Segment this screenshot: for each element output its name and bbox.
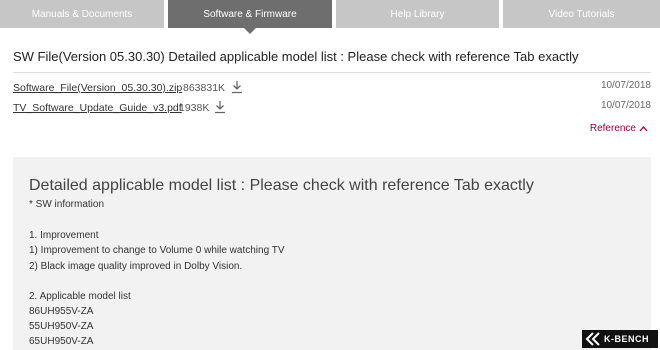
reference-label: Reference <box>589 123 636 134</box>
chevron-up-icon <box>639 126 648 132</box>
file-date: 10/07/2018 <box>600 100 651 111</box>
tab-software-firmware[interactable]: Software & Firmware <box>168 0 332 34</box>
k-bench-watermark: K-BENCH <box>582 330 658 348</box>
file-download-link[interactable]: Software_File(Version_05.30.30).zip <box>13 82 182 94</box>
info-line: 1. Improvement <box>29 230 99 241</box>
info-line: 1) Improvement to change to Volume 0 whi… <box>29 245 285 256</box>
file-row: Software_File(Version_05.30.30).zip 8638… <box>13 80 651 96</box>
info-line: 55UH950V-ZA <box>29 321 94 332</box>
info-line: 86UH955V-ZA <box>29 306 94 317</box>
tab-label: Manuals & Documents <box>31 8 133 20</box>
info-line: 65UH950V-ZA <box>29 336 94 347</box>
tab-video-tutorials[interactable]: Video Tutorials <box>503 0 660 28</box>
divider <box>13 72 651 73</box>
file-size: 1938K <box>179 102 210 114</box>
file-download-link[interactable]: TV_Software_Update_Guide_v3.pdf <box>13 102 182 114</box>
tab-bar: Manuals & Documents Software & Firmware … <box>0 0 660 34</box>
active-tab-pointer <box>244 28 256 34</box>
info-line: * SW information <box>29 199 105 210</box>
info-panel: Detailed applicable model list : Please … <box>13 157 651 350</box>
tab-label: Help Library <box>390 8 445 20</box>
watermark-text: K-BENCH <box>604 334 649 344</box>
file-date: 10/07/2018 <box>600 80 651 91</box>
tab-label: Software & Firmware <box>203 8 297 20</box>
tab-label: Video Tutorials <box>548 8 615 20</box>
info-heading: Detailed applicable model list : Please … <box>29 177 534 194</box>
download-icon[interactable] <box>214 100 226 114</box>
info-line: 2. Applicable model list <box>29 291 131 302</box>
tab-manuals-documents[interactable]: Manuals & Documents <box>0 0 164 28</box>
k-bench-logo-icon <box>585 332 600 346</box>
file-size: 863831K <box>183 82 226 94</box>
info-line: 2) Black image quality improved in Dolby… <box>29 261 243 272</box>
tab-help-library[interactable]: Help Library <box>336 0 499 28</box>
reference-toggle[interactable]: Reference <box>590 123 648 134</box>
page-title: SW File(Version 05.30.30) Detailed appli… <box>13 49 579 64</box>
file-row: TV_Software_Update_Guide_v3.pdf 1938K 10… <box>13 100 651 116</box>
download-icon[interactable] <box>231 80 243 94</box>
